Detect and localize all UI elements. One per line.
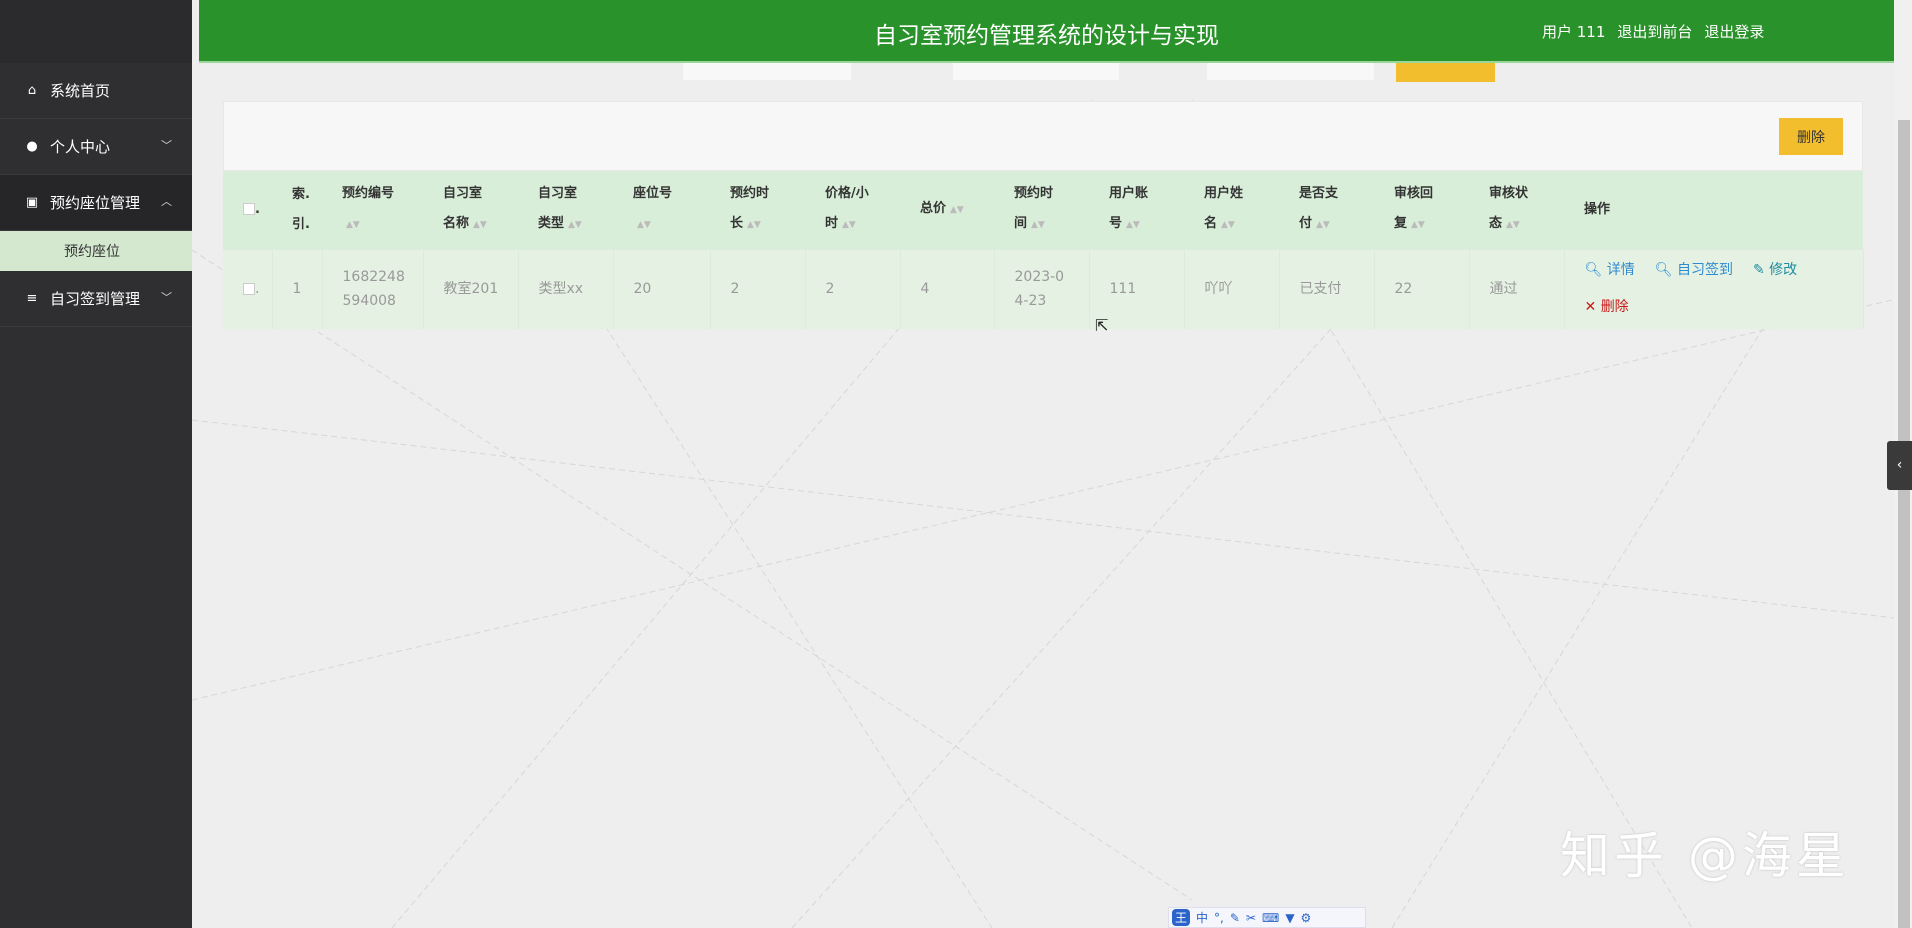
search-input[interactable] [1207,63,1374,80]
scissors-icon: ✂ [1245,910,1256,925]
watermark: 知乎 @海星 [1560,827,1850,885]
ime-mode: 中 [1196,911,1209,925]
home-icon: ⌂ [27,83,37,98]
pencil-icon: ✎ [1752,262,1765,279]
search-button[interactable] [1396,63,1495,82]
col-reply[interactable]: 审核回复 ▲▼ [1374,171,1469,249]
col-room-type[interactable]: 自习室 类型 ▲▼ [518,171,613,249]
list-icon: ≡ [26,291,38,306]
sort-icon: ▲▼ [346,220,360,231]
cell-type: 类型xx [518,248,614,329]
sort-icon: ▲▼ [1316,220,1330,231]
cell-status: 通过 [1469,248,1565,329]
chevron-up-icon: ︿ [161,195,172,208]
col-name[interactable]: 用户姓名 ▲▼ [1184,171,1279,249]
sort-icon: ▲▼ [1221,220,1235,231]
cell-actions: 🔍︎ 详情 🔍︎ 自习签到 ✎ 修改 ✕ 删除 [1564,248,1864,329]
chevron-down-icon: ﹀ [161,291,172,304]
sidebar-item-label: 个人中心 [50,138,111,156]
row-checkbox[interactable]: . [223,248,273,329]
col-status[interactable]: 审核状态 ▲▼ [1469,171,1564,249]
col-price[interactable]: 价格/小时 ▲▼ [805,171,900,249]
search-icon: 🔍︎ [1584,262,1603,279]
user-icon: ● [26,139,38,154]
mouse-cursor: ⇱ [1095,316,1109,335]
ime-toolbar[interactable]: 王中 °, ✎ ✂ ⌨ ▼ ⚙ [1168,907,1366,928]
sidebar-item-personal[interactable]: ● 个人中心 ﹀ [0,119,192,175]
pen-icon: ✎ [1229,910,1240,925]
col-total[interactable]: 总价 ▲▼ [900,171,994,249]
close-icon: ✕ [1584,299,1597,316]
sort-icon: ▲▼ [842,220,856,231]
current-user: 用户 111 [1542,23,1606,41]
sidebar: ⌂ 系统首页 ● 个人中心 ﹀ ▣ 预约座位管理 ︿ 预约座位 ≡ 自习签到管理 ﹀ [0,0,192,928]
cell-time: 2023-0 4-23 [994,248,1090,329]
col-duration[interactable]: 预约时长 ▲▼ [710,171,805,249]
edit-button[interactable]: ✎ 修改 [1753,252,1797,289]
search-icon: 🔍︎ [1654,262,1673,279]
col-seat[interactable]: 座位号 ▲▼ [613,171,710,249]
cell-name: 吖吖 [1184,248,1280,329]
sidebar-item-label: 预约座位管理 [50,194,141,212]
ime-logo-icon: 王 [1172,909,1191,926]
sort-icon: ▲▼ [1411,220,1425,231]
col-account[interactable]: 用户账号 ▲▼ [1089,171,1184,249]
sort-icon: ▲▼ [568,220,582,231]
cell-paid: 已支付 [1279,248,1375,329]
sidebar-item-label: 系统首页 [50,82,111,100]
scrollbar-thumb[interactable] [1898,120,1910,928]
sort-icon: ▲▼ [637,220,651,231]
select-all-checkbox[interactable]: . [223,171,272,249]
top-header: 自习室预约管理系统的设计与实现 用户 111 退出到前台 退出登录 [199,0,1894,63]
batch-delete-button[interactable]: 删除 [1779,118,1843,155]
sidebar-item-home[interactable]: ⌂ 系统首页 [0,63,192,119]
sidebar-logo-area [0,0,192,63]
cell-seat: 20 [613,248,711,329]
col-reservation-no[interactable]: 预约编号 ▲▼ [322,171,423,249]
shirt-icon: ▼ [1285,910,1295,925]
sidebar-item-reservation[interactable]: ▣ 预约座位管理 ︿ [0,175,192,231]
sort-icon: ▲▼ [747,220,761,231]
cell-room: 教室201 [423,248,519,329]
cell-price: 2 [805,248,901,329]
col-time[interactable]: 预约时间 ▲▼ [994,171,1089,249]
back-to-front-link[interactable]: 退出到前台 [1617,21,1692,42]
detail-button[interactable]: 🔍︎ 详情 [1585,252,1635,289]
sidebar-subitem-reserve-seat[interactable]: 预约座位 [0,231,192,271]
side-panel-toggle[interactable]: ‹ [1887,441,1912,490]
cell-reservation-no: 1682248 594008 [322,248,424,329]
col-actions: 操作 [1584,201,1611,217]
keyboard-icon: ⌨ [1261,910,1280,925]
table-header-row: . 索. 引. 预约编号 ▲▼ 自习室 名称 ▲▼ 自习室 类型 ▲▼ 座位号 ▲▼ 预约时长… [223,171,1863,249]
col-paid[interactable]: 是否支付 ▲▼ [1279,171,1374,249]
checkin-button[interactable]: 🔍︎ 自习签到 [1655,252,1733,289]
cell-total: 4 [900,248,995,329]
cell-duration: 2 [710,248,806,329]
cell-reply: 22 [1374,248,1470,329]
logout-link[interactable]: 退出登录 [1704,21,1764,42]
sidebar-item-checkin[interactable]: ≡ 自习签到管理 ﹀ [0,271,192,327]
chevron-left-icon: ‹ [1896,457,1903,473]
sort-icon: ▲▼ [1506,220,1520,231]
col-room-name[interactable]: 自习室 名称 ▲▼ [423,171,518,249]
chevron-down-icon: ﹀ [161,139,172,152]
toolbar-panel: 删除 [223,101,1863,171]
search-input[interactable] [683,63,851,80]
cell-index: 1 [272,248,323,329]
sort-icon: ▲▼ [1126,220,1140,231]
clipboard-icon: ▣ [25,195,39,210]
table-row: . 1 1682248 594008 教室201 类型xx 20 2 2 4 20… [223,248,1864,329]
sort-icon: ▲▼ [1031,220,1045,231]
reservation-table: . 索. 引. 预约编号 ▲▼ 自习室 名称 ▲▼ 自习室 类型 ▲▼ 座位号 ▲▼ 预约时长… [223,171,1864,329]
punct-icon: °, [1214,910,1224,925]
sidebar-item-label: 自习签到管理 [50,290,141,308]
delete-button[interactable]: ✕ 删除 [1585,289,1629,326]
sort-icon: ▲▼ [473,220,487,231]
search-input[interactable] [953,63,1119,80]
col-index: 索. 引. [292,186,310,232]
sort-icon: ▲▼ [950,205,964,216]
gear-icon: ⚙ [1300,910,1312,925]
